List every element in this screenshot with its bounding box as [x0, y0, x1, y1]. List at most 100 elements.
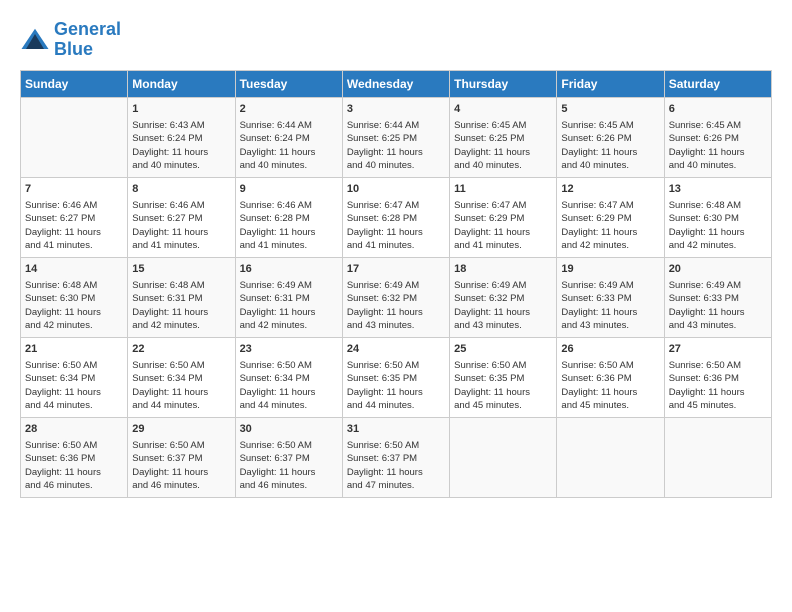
calendar-week-row: 21Sunrise: 6:50 AMSunset: 6:34 PMDayligh…	[21, 337, 772, 417]
day-info-line: and 46 minutes.	[240, 479, 338, 492]
day-info-line: and 42 minutes.	[669, 239, 767, 252]
day-info-line: Sunset: 6:34 PM	[240, 372, 338, 385]
day-info-line: and 47 minutes.	[347, 479, 445, 492]
day-number: 17	[347, 262, 445, 277]
day-info-line: Sunset: 6:30 PM	[669, 212, 767, 225]
day-info-line: Sunrise: 6:48 AM	[669, 199, 767, 212]
day-info-line: Sunrise: 6:46 AM	[25, 199, 123, 212]
day-number: 28	[25, 422, 123, 437]
calendar-cell: 27Sunrise: 6:50 AMSunset: 6:36 PMDayligh…	[664, 337, 771, 417]
calendar-cell: 4Sunrise: 6:45 AMSunset: 6:25 PMDaylight…	[450, 97, 557, 177]
day-number: 22	[132, 342, 230, 357]
day-info-line: and 44 minutes.	[25, 399, 123, 412]
day-info-line: and 41 minutes.	[240, 239, 338, 252]
day-info-line: Daylight: 11 hours	[132, 466, 230, 479]
day-info-line: Sunset: 6:36 PM	[561, 372, 659, 385]
day-info-line: Sunrise: 6:45 AM	[561, 119, 659, 132]
day-info-line: Daylight: 11 hours	[347, 466, 445, 479]
day-info-line: Sunrise: 6:44 AM	[347, 119, 445, 132]
day-info-line: and 42 minutes.	[132, 319, 230, 332]
day-info-line: Sunrise: 6:49 AM	[454, 279, 552, 292]
day-info-line: Sunset: 6:36 PM	[669, 372, 767, 385]
day-info-line: Daylight: 11 hours	[25, 306, 123, 319]
day-info-line: Sunset: 6:32 PM	[347, 292, 445, 305]
day-info-line: Daylight: 11 hours	[347, 226, 445, 239]
day-info-line: Sunrise: 6:50 AM	[240, 359, 338, 372]
calendar-cell: 10 Sunrise: 6:47 AMSunset: 6:28 PMDayligh…	[342, 177, 449, 257]
day-info-line: Sunset: 6:24 PM	[240, 132, 338, 145]
calendar-cell: 25Sunrise: 6:50 AMSunset: 6:35 PMDayligh…	[450, 337, 557, 417]
day-info-line: and 41 minutes.	[25, 239, 123, 252]
day-info-line: Sunrise: 6:47 AM	[347, 199, 445, 212]
day-info-line: and 40 minutes.	[561, 159, 659, 172]
day-number: 19	[561, 262, 659, 277]
day-number: 13	[669, 182, 767, 197]
day-number: 18	[454, 262, 552, 277]
day-info-line: Sunset: 6:26 PM	[669, 132, 767, 145]
day-number: 11	[454, 182, 552, 197]
calendar-cell: 1Sunrise: 6:43 AMSunset: 6:24 PMDaylight…	[128, 97, 235, 177]
day-info-line: and 41 minutes.	[454, 239, 552, 252]
calendar-cell: 12Sunrise: 6:47 AMSunset: 6:29 PMDayligh…	[557, 177, 664, 257]
day-info-line: Sunrise: 6:49 AM	[561, 279, 659, 292]
day-number: 7	[25, 182, 123, 197]
day-info-line: and 42 minutes.	[561, 239, 659, 252]
day-info-line: Sunset: 6:24 PM	[132, 132, 230, 145]
day-number: 14	[25, 262, 123, 277]
day-info-line: Daylight: 11 hours	[669, 306, 767, 319]
calendar-cell: 30Sunrise: 6:50 AMSunset: 6:37 PMDayligh…	[235, 417, 342, 497]
calendar-cell: 2Sunrise: 6:44 AMSunset: 6:24 PMDaylight…	[235, 97, 342, 177]
weekday-header: Sunday	[21, 70, 128, 97]
day-info-line: Sunset: 6:35 PM	[454, 372, 552, 385]
day-number: 15	[132, 262, 230, 277]
day-info-line: Sunset: 6:37 PM	[132, 452, 230, 465]
day-info-line: Sunset: 6:37 PM	[347, 452, 445, 465]
weekday-header-row: SundayMondayTuesdayWednesdayThursdayFrid…	[21, 70, 772, 97]
day-info-line: Sunrise: 6:46 AM	[132, 199, 230, 212]
calendar-cell: 24Sunrise: 6:50 AMSunset: 6:35 PMDayligh…	[342, 337, 449, 417]
day-info-line: Sunset: 6:33 PM	[561, 292, 659, 305]
day-info-line: Daylight: 11 hours	[25, 226, 123, 239]
logo-icon	[20, 25, 50, 55]
logo-text: General Blue	[54, 20, 121, 60]
calendar-cell: 8Sunrise: 6:46 AMSunset: 6:27 PMDaylight…	[128, 177, 235, 257]
day-info-line: Daylight: 11 hours	[454, 306, 552, 319]
calendar-cell: 13Sunrise: 6:48 AMSunset: 6:30 PMDayligh…	[664, 177, 771, 257]
day-info-line: Sunrise: 6:50 AM	[561, 359, 659, 372]
day-info-line: Sunset: 6:30 PM	[25, 292, 123, 305]
day-info-line: Daylight: 11 hours	[454, 146, 552, 159]
day-number: 6	[669, 102, 767, 117]
day-number: 10	[347, 182, 445, 197]
day-info-line: Sunset: 6:36 PM	[25, 452, 123, 465]
day-number: 25	[454, 342, 552, 357]
calendar-cell	[450, 417, 557, 497]
calendar-cell: 17Sunrise: 6:49 AMSunset: 6:32 PMDayligh…	[342, 257, 449, 337]
day-number: 24	[347, 342, 445, 357]
day-info-line: and 40 minutes.	[669, 159, 767, 172]
calendar-cell: 6Sunrise: 6:45 AMSunset: 6:26 PMDaylight…	[664, 97, 771, 177]
day-info-line: Sunset: 6:26 PM	[561, 132, 659, 145]
day-info-line: and 41 minutes.	[347, 239, 445, 252]
day-info-line: Sunset: 6:27 PM	[25, 212, 123, 225]
day-info-line: Sunset: 6:29 PM	[561, 212, 659, 225]
day-info-line: Daylight: 11 hours	[454, 386, 552, 399]
weekday-header: Monday	[128, 70, 235, 97]
day-info-line: Sunrise: 6:50 AM	[132, 439, 230, 452]
day-info-line: Sunrise: 6:50 AM	[132, 359, 230, 372]
day-number: 30	[240, 422, 338, 437]
day-number: 5	[561, 102, 659, 117]
calendar-cell: 28Sunrise: 6:50 AMSunset: 6:36 PMDayligh…	[21, 417, 128, 497]
day-info-line: Sunrise: 6:45 AM	[669, 119, 767, 132]
day-info-line: Sunrise: 6:47 AM	[454, 199, 552, 212]
calendar-cell: 29Sunrise: 6:50 AMSunset: 6:37 PMDayligh…	[128, 417, 235, 497]
day-info-line: and 42 minutes.	[240, 319, 338, 332]
day-info-line: and 40 minutes.	[132, 159, 230, 172]
day-info-line: Sunrise: 6:50 AM	[240, 439, 338, 452]
day-info-line: Sunset: 6:28 PM	[347, 212, 445, 225]
calendar-cell: 5Sunrise: 6:45 AMSunset: 6:26 PMDaylight…	[557, 97, 664, 177]
day-info-line: Sunrise: 6:49 AM	[669, 279, 767, 292]
day-info-line: Sunrise: 6:49 AM	[240, 279, 338, 292]
day-info-line: Daylight: 11 hours	[561, 386, 659, 399]
calendar-cell: 22Sunrise: 6:50 AMSunset: 6:34 PMDayligh…	[128, 337, 235, 417]
calendar-cell: 23Sunrise: 6:50 AMSunset: 6:34 PMDayligh…	[235, 337, 342, 417]
